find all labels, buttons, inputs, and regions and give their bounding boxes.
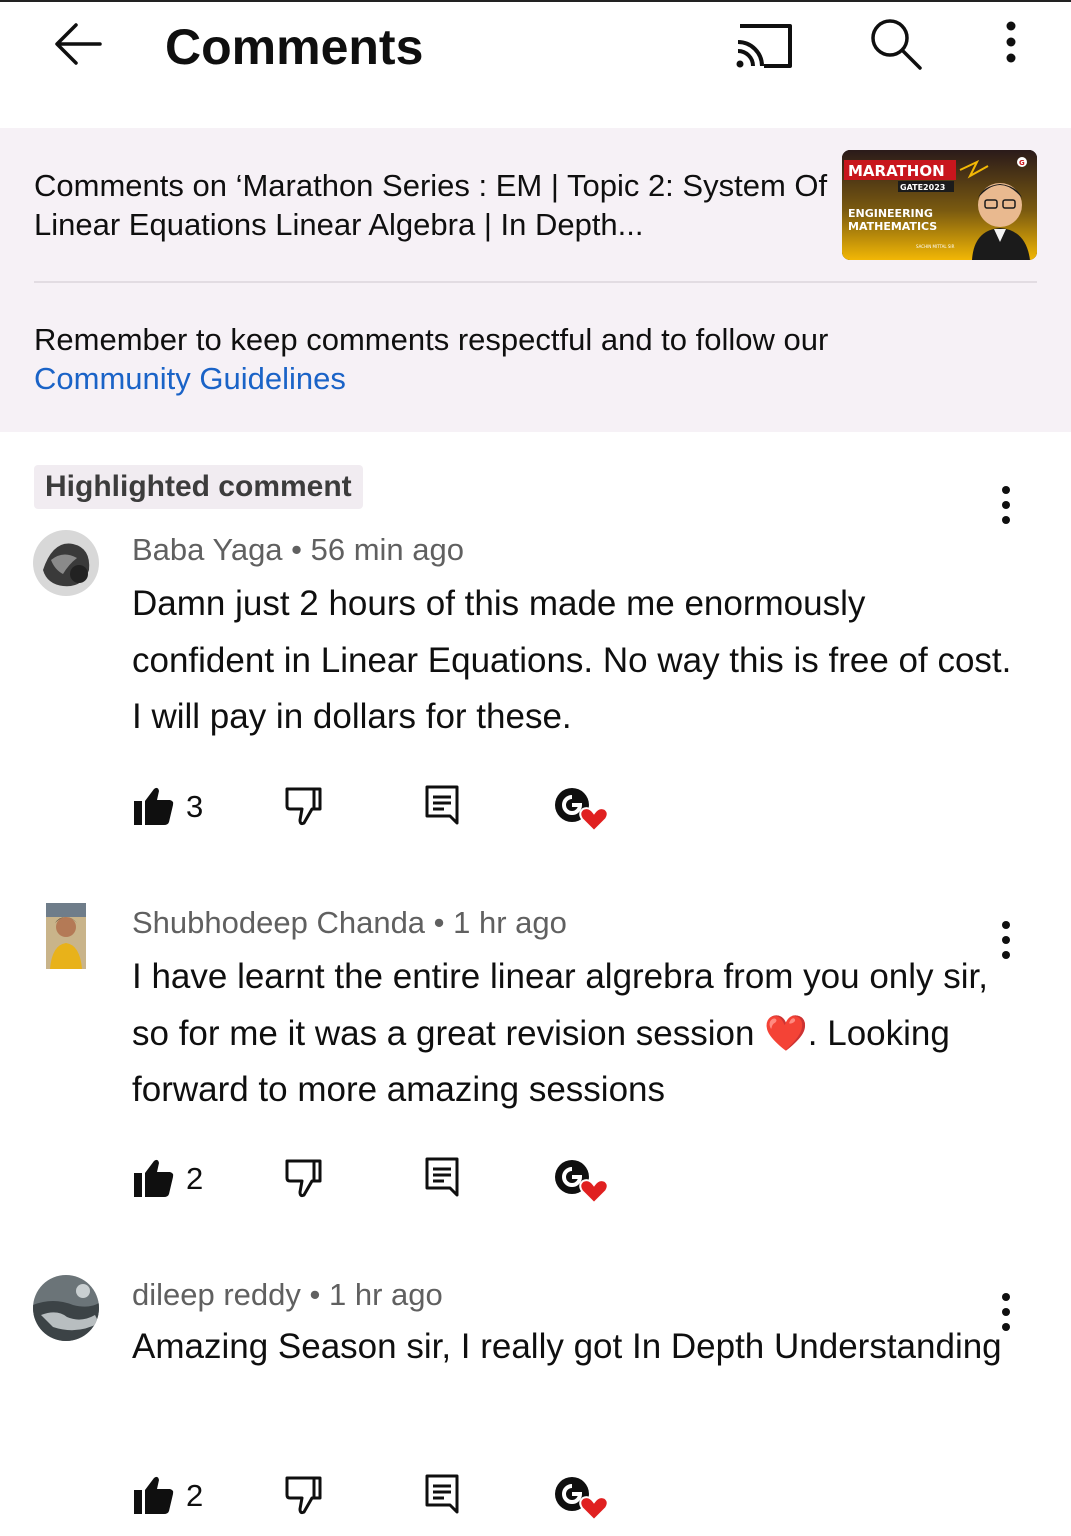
reminder-text: Remember to keep comments respectful and… bbox=[34, 322, 829, 357]
avatar[interactable] bbox=[46, 903, 86, 969]
thumb-title: MARATHON bbox=[848, 162, 945, 180]
thumb-presenter: SACHIN MITTAL SIR bbox=[916, 244, 955, 249]
like-filled-icon[interactable] bbox=[132, 785, 176, 827]
comment-author-time: Baba Yaga • 56 min ago bbox=[132, 532, 465, 567]
community-reminder: Remember to keep comments respectful and… bbox=[34, 320, 1034, 398]
comment-text: Damn just 2 hours of this made me enormo… bbox=[132, 584, 1012, 736]
like-filled-icon[interactable] bbox=[132, 1474, 176, 1516]
like-count: 2 bbox=[186, 1478, 204, 1513]
community-guidelines-link[interactable]: Community Guidelines bbox=[34, 359, 1034, 398]
creator-heart-icon bbox=[555, 1160, 609, 1205]
dislike-icon[interactable] bbox=[284, 785, 328, 827]
like-count: 2 bbox=[186, 1161, 204, 1196]
thumb-exam: GATE2023 bbox=[900, 183, 945, 192]
reply-icon[interactable] bbox=[424, 1155, 460, 1201]
reply-icon[interactable] bbox=[424, 783, 460, 829]
dislike-icon[interactable] bbox=[284, 1474, 328, 1516]
comment-text: Amazing Season sir, I really got In Dept… bbox=[132, 1327, 1002, 1366]
dislike-icon[interactable] bbox=[284, 1157, 328, 1199]
comment-item: Shubhodeep Chanda • 1 hr ago I have lear… bbox=[0, 903, 1071, 1233]
avatar[interactable] bbox=[33, 530, 99, 596]
thumb-logo-text: G bbox=[1019, 159, 1025, 167]
video-info-panel: Comments on ‘Marathon Series : EM | Topi… bbox=[0, 128, 1071, 432]
comment-text: I have learnt the entire linear algrebra… bbox=[132, 957, 988, 1109]
reply-icon[interactable] bbox=[424, 1472, 460, 1518]
more-vert-icon[interactable] bbox=[994, 14, 1028, 74]
like-count: 3 bbox=[186, 789, 204, 824]
comment-item: dileep reddy • 1 hr ago Amazing Season s… bbox=[0, 1275, 1071, 1536]
creator-heart-icon bbox=[555, 1477, 609, 1522]
thumb-subject-1: ENGINEERING bbox=[848, 207, 933, 220]
comment-item: Baba Yaga • 56 min ago Damn just 2 hours… bbox=[0, 480, 1071, 860]
thumb-subject-2: MATHEMATICS bbox=[848, 220, 937, 233]
comment-more-icon[interactable] bbox=[988, 480, 1024, 536]
avatar[interactable] bbox=[33, 1275, 99, 1341]
comment-actions: 2 bbox=[132, 1472, 652, 1522]
divider bbox=[34, 281, 1037, 283]
top-app-bar: Comments bbox=[0, 0, 1071, 128]
cast-icon[interactable] bbox=[732, 16, 796, 72]
comment-author-time: Shubhodeep Chanda • 1 hr ago bbox=[132, 905, 567, 940]
like-filled-icon[interactable] bbox=[132, 1157, 176, 1199]
comment-actions: 2 bbox=[132, 1155, 652, 1205]
video-thumbnail[interactable]: MARATHON GATE2023 ENGINEERING MATHEMATIC… bbox=[842, 150, 1037, 260]
page-title: Comments bbox=[165, 19, 424, 75]
video-title[interactable]: Comments on ‘Marathon Series : EM | Topi… bbox=[34, 166, 834, 244]
creator-heart-icon bbox=[555, 788, 609, 833]
search-icon[interactable] bbox=[866, 14, 926, 74]
back-arrow-icon[interactable] bbox=[48, 16, 108, 72]
comment-author-time: dileep reddy • 1 hr ago bbox=[132, 1277, 443, 1312]
comment-actions: 3 bbox=[132, 783, 652, 833]
